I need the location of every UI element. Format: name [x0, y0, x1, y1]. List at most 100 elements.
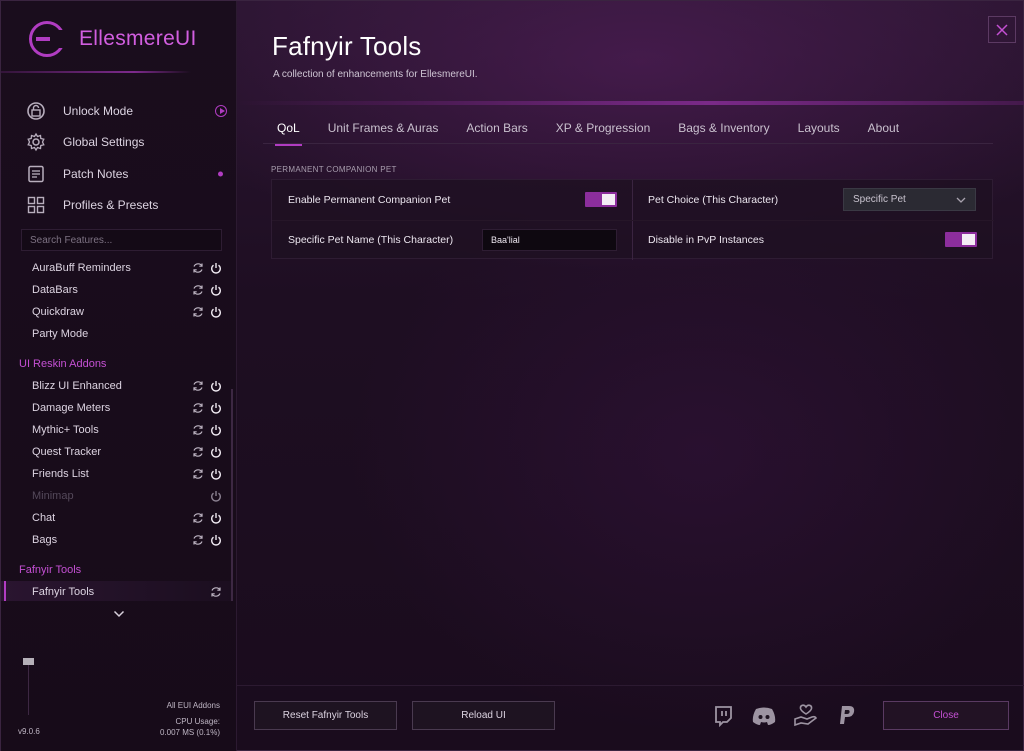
power-icon[interactable]: [210, 534, 222, 546]
logo: EllesmereUI: [29, 21, 197, 57]
reload-icon[interactable]: [210, 586, 222, 598]
reload-icon[interactable]: [192, 446, 204, 458]
pet-name-value: Baa'lial: [491, 235, 520, 245]
page-title: Fafnyir Tools: [272, 31, 422, 61]
power-icon[interactable]: [210, 380, 222, 392]
feature-label: AuraBuff Reminders: [32, 262, 131, 274]
logo-divider: [1, 71, 191, 73]
feature-party-mode[interactable]: Party Mode: [1, 323, 233, 345]
nav-patch-notes[interactable]: Patch Notes: [25, 158, 231, 190]
tab-xp-progression[interactable]: XP & Progression: [542, 117, 665, 143]
version-label: v9.0.6: [18, 727, 40, 736]
tab-unit-frames-auras[interactable]: Unit Frames & Auras: [314, 117, 453, 143]
section-heading: PERMANENT COMPANION PET: [271, 165, 397, 174]
feature-label: DataBars: [32, 284, 78, 296]
reload-icon[interactable]: [192, 468, 204, 480]
chevron-down-icon[interactable]: [113, 608, 125, 620]
tab-qol[interactable]: QoL: [263, 117, 314, 146]
feature-friends-list[interactable]: Friends List: [1, 463, 233, 485]
reload-icon[interactable]: [192, 512, 204, 524]
feature-quickdraw[interactable]: Quickdraw: [1, 301, 233, 323]
feature-label: Chat: [32, 512, 56, 524]
tab-bags-inventory[interactable]: Bags & Inventory: [664, 117, 783, 143]
paypal-icon[interactable]: [834, 703, 860, 729]
power-icon[interactable]: [210, 402, 222, 414]
close-icon: [996, 23, 1008, 36]
close-button[interactable]: Close: [883, 701, 1009, 730]
page-subtitle: A collection of enhancements for Ellesme…: [273, 69, 478, 80]
nav-label: Profiles & Presets: [63, 198, 159, 213]
feature-label: Blizz UI Enhanced: [32, 380, 122, 392]
feature-label: Minimap: [32, 490, 74, 502]
pet-name-input[interactable]: Baa'lial: [482, 229, 617, 251]
reload-icon[interactable]: [192, 306, 204, 318]
feature-label: Party Mode: [32, 328, 89, 340]
unlock-icon: [25, 100, 47, 122]
enable-pet-label: Enable Permanent Companion Pet: [288, 194, 451, 206]
tab-divider: [263, 143, 993, 144]
cpu-scope: All EUI Addons: [166, 701, 220, 710]
reset-label: Reset Fafnyir Tools: [282, 710, 369, 721]
power-icon[interactable]: [210, 284, 222, 296]
reload-icon[interactable]: [192, 402, 204, 414]
reset-button[interactable]: Reset Fafnyir Tools: [254, 701, 397, 730]
feature-quest-tracker[interactable]: Quest Tracker: [1, 441, 233, 463]
reload-ui-button[interactable]: Reload UI: [412, 701, 555, 730]
power-icon[interactable]: [210, 512, 222, 524]
feature-databars[interactable]: DataBars: [1, 279, 233, 301]
nav-label: Unlock Mode: [63, 103, 134, 118]
feature-bags[interactable]: Bags: [1, 529, 233, 551]
twitch-icon[interactable]: [710, 703, 736, 729]
search-input[interactable]: Search Features...: [21, 229, 222, 251]
feature-chat[interactable]: Chat: [1, 507, 233, 529]
tab-layouts[interactable]: Layouts: [784, 117, 854, 143]
feature-label: Friends List: [32, 468, 89, 480]
gear-icon: [25, 131, 47, 153]
sidebar: EllesmereUI Unlock Mode Global Settings: [1, 1, 237, 751]
cpu-label: CPU Usage:: [175, 717, 220, 726]
donate-icon[interactable]: [793, 703, 819, 729]
pet-choice-dropdown[interactable]: Specific Pet: [843, 188, 976, 211]
reload-icon[interactable]: [192, 262, 204, 274]
feature-label: Quickdraw: [32, 306, 84, 318]
addon-window: EllesmereUI Unlock Mode Global Settings: [0, 0, 1024, 751]
reload-icon[interactable]: [192, 534, 204, 546]
disable-pvp-toggle[interactable]: [945, 232, 977, 247]
reload-icon[interactable]: [192, 284, 204, 296]
cpu-usage: All EUI Addons CPU Usage: 0.007 MS (0.1%…: [160, 700, 220, 738]
nav-unlock-mode[interactable]: Unlock Mode: [25, 95, 231, 127]
power-icon[interactable]: [210, 306, 222, 318]
main-nav: Unlock Mode Global Settings Patch Notes: [25, 95, 231, 221]
row-divider: [272, 220, 994, 221]
feature-mythic-plus-tools[interactable]: Mythic+ Tools: [1, 419, 233, 441]
tab-bar: QoL Unit Frames & Auras Action Bars XP &…: [263, 117, 913, 146]
scale-slider-handle[interactable]: [23, 658, 34, 665]
nav-global-settings[interactable]: Global Settings: [25, 127, 231, 159]
feature-minimap[interactable]: Minimap: [1, 485, 233, 507]
scale-slider-track[interactable]: [28, 663, 29, 715]
window-close-button[interactable]: [988, 16, 1016, 43]
power-icon[interactable]: [210, 424, 222, 436]
section-fafnyir-tools: Fafnyir Tools: [19, 564, 82, 576]
power-icon[interactable]: [210, 262, 222, 274]
notes-icon: [25, 163, 47, 185]
power-icon[interactable]: [210, 468, 222, 480]
feature-fafnyir-tools[interactable]: Fafnyir Tools: [1, 581, 233, 601]
reload-icon[interactable]: [192, 424, 204, 436]
feature-list-scrollbar[interactable]: [231, 389, 233, 601]
footer-divider: [237, 685, 1024, 686]
tab-about[interactable]: About: [854, 117, 913, 143]
feature-label: Bags: [32, 534, 58, 546]
power-icon[interactable]: [210, 490, 222, 502]
reload-icon[interactable]: [192, 380, 204, 392]
logo-text: EllesmereUI: [79, 27, 197, 50]
feature-aurabuff-reminders[interactable]: AuraBuff Reminders: [1, 257, 233, 279]
feature-damage-meters[interactable]: Damage Meters: [1, 397, 233, 419]
pet-name-label: Specific Pet Name (This Character): [288, 234, 454, 246]
power-icon[interactable]: [210, 446, 222, 458]
feature-blizz-ui-enhanced[interactable]: Blizz UI Enhanced: [1, 375, 233, 397]
enable-pet-toggle[interactable]: [585, 192, 617, 207]
discord-icon[interactable]: [751, 703, 777, 729]
tab-action-bars[interactable]: Action Bars: [452, 117, 541, 143]
nav-profiles-presets[interactable]: Profiles & Presets: [25, 190, 231, 222]
